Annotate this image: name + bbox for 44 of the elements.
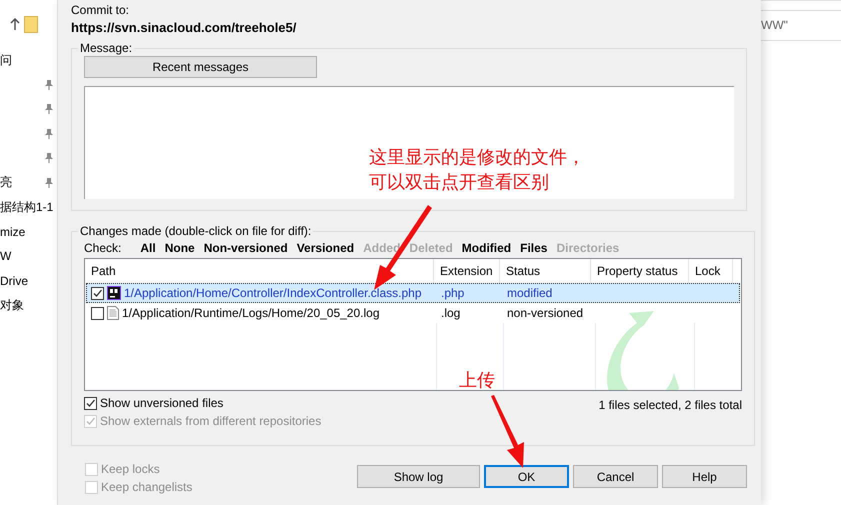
dialog-button[interactable]: Help xyxy=(662,465,747,488)
table-cell-text: non-versioned xyxy=(506,306,584,320)
message-input[interactable] xyxy=(84,86,734,199)
checkbox[interactable] xyxy=(91,306,104,320)
sidebar-item[interactable]: mize xyxy=(0,224,26,239)
commit-to-label: Commit to: xyxy=(71,2,130,19)
text-file-icon xyxy=(107,306,119,320)
sidebar-item[interactable]: W xyxy=(0,249,12,264)
recent-messages-button[interactable]: Recent messages xyxy=(84,56,317,78)
sidebar-item[interactable]: 问 xyxy=(0,52,12,69)
annotation-text: 这里显示的是修改的文件，可以双击点开查看区别 xyxy=(369,146,586,195)
dialog-button[interactable]: Show log xyxy=(357,465,480,488)
annotation-text: 上传 xyxy=(459,369,495,393)
checkbox-icon[interactable] xyxy=(84,396,97,410)
filter-link[interactable]: Non-versioned xyxy=(204,241,288,255)
file-path: 1/Application/Home/Controller/IndexController.class.php xyxy=(124,286,422,300)
file-row[interactable]: 1/Application/Runtime/Logs/Home/20_05_20.log .log non-versioned xyxy=(86,303,740,323)
dialog-button[interactable]: Cancel xyxy=(573,465,658,488)
php-file-icon xyxy=(107,286,121,300)
group-title: Message: xyxy=(79,41,134,55)
sidebar-item[interactable]: 亮 xyxy=(0,174,12,192)
address-bar-text: WW" xyxy=(761,10,841,41)
group-title: Changes made (double-click on file for diff): xyxy=(79,224,312,238)
sidebar-item[interactable]: 据结构1-1 xyxy=(0,198,54,216)
sidebar-item[interactable]: Drive xyxy=(0,274,28,288)
table-cell-text: .php xyxy=(440,286,466,300)
filter-link[interactable]: Modified xyxy=(462,241,512,255)
repository-url: https://svn.sinacloud.com/treehole5/ xyxy=(71,19,298,37)
checkbox[interactable] xyxy=(91,286,104,300)
sidebar-item[interactable]: 对象 xyxy=(0,296,24,314)
up-arrow-icon[interactable] xyxy=(10,18,20,30)
folder-icon xyxy=(24,16,38,32)
check-label: Check: xyxy=(84,241,122,255)
filter-link[interactable]: Versioned xyxy=(296,241,354,255)
filter-link[interactable]: None xyxy=(164,241,195,255)
selection-summary: 1 files selected, 2 files total xyxy=(598,398,742,412)
file-path: 1/Application/Runtime/Logs/Home/20_05_20.log xyxy=(122,306,380,320)
show-unversioned-checkbox[interactable]: Show unversioned files xyxy=(84,396,322,410)
dialog-button[interactable]: OK xyxy=(484,465,569,488)
filter-link[interactable]: Files xyxy=(520,241,548,255)
table-cell-text: modified xyxy=(506,286,554,300)
filter-link[interactable]: All xyxy=(140,241,156,255)
table-cell-text: .log xyxy=(440,306,462,320)
file-row[interactable]: 1/Application/Home/Controller/IndexController.class.php .php modified xyxy=(86,283,740,303)
